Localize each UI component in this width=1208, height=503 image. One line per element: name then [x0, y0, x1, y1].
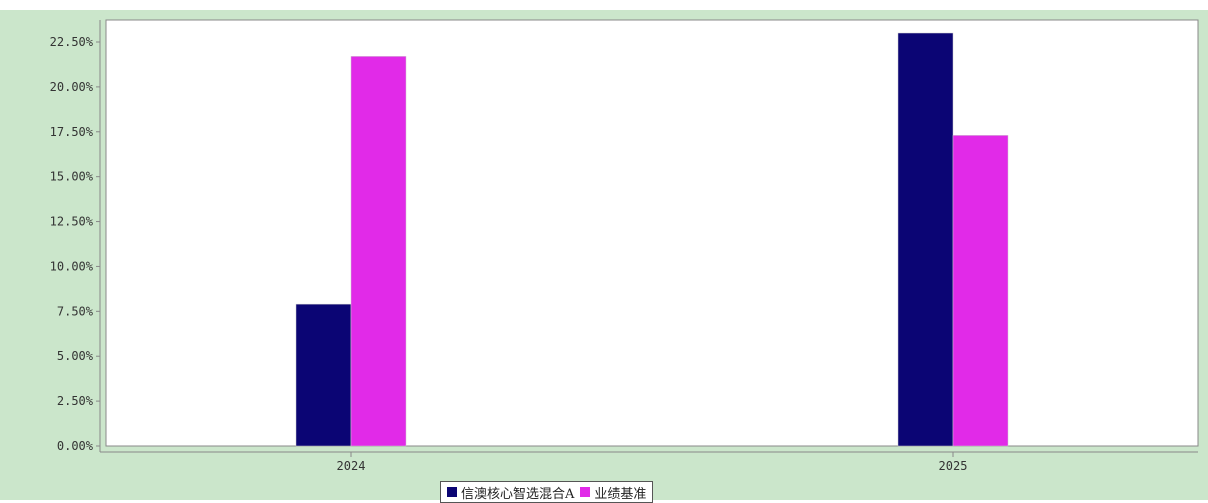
- y-tick-label: 12.50%: [50, 215, 94, 229]
- legend-label-series-2: 业绩基准: [594, 486, 647, 502]
- legend-swatch-series-2: [580, 487, 591, 497]
- bar-2024-series-1: [295, 303, 352, 447]
- bar-2025-series-1: [897, 32, 954, 447]
- legend-item-series-1: 信澳核心智选混合A: [447, 483, 574, 502]
- plot-area: [105, 19, 1199, 447]
- bar-chart: 0.00% 2.50% 5.00% 7.50% 10.00% 12.50% 15.00% 17…: [50, 19, 1199, 473]
- bar-2024-series-2: [350, 56, 407, 447]
- x-tick-label: 2024: [337, 459, 366, 473]
- y-tick-label: 0.00%: [57, 439, 94, 453]
- x-tick-label: 2025: [939, 459, 968, 473]
- y-tick-label: 2.50%: [57, 394, 94, 408]
- chart-frame: 0.00% 2.50% 5.00% 7.50% 10.00% 12.50% 15.00% 17…: [0, 10, 1208, 503]
- y-tick-label: 10.00%: [50, 259, 94, 273]
- y-tick-label: 20.00%: [50, 80, 94, 94]
- y-tick-label: 22.50%: [50, 35, 94, 49]
- bar-2025-series-2: [952, 135, 1009, 447]
- y-tick-label: 17.50%: [50, 125, 94, 139]
- y-tick-label: 15.00%: [50, 170, 94, 184]
- legend-label-series-1: 信澳核心智选混合A: [461, 486, 575, 502]
- legend-swatch-series-1: [447, 487, 457, 497]
- y-tick-label: 7.50%: [57, 304, 94, 318]
- y-tick-label: 5.00%: [57, 349, 94, 363]
- legend-item-series-2: 业绩基准: [580, 483, 646, 502]
